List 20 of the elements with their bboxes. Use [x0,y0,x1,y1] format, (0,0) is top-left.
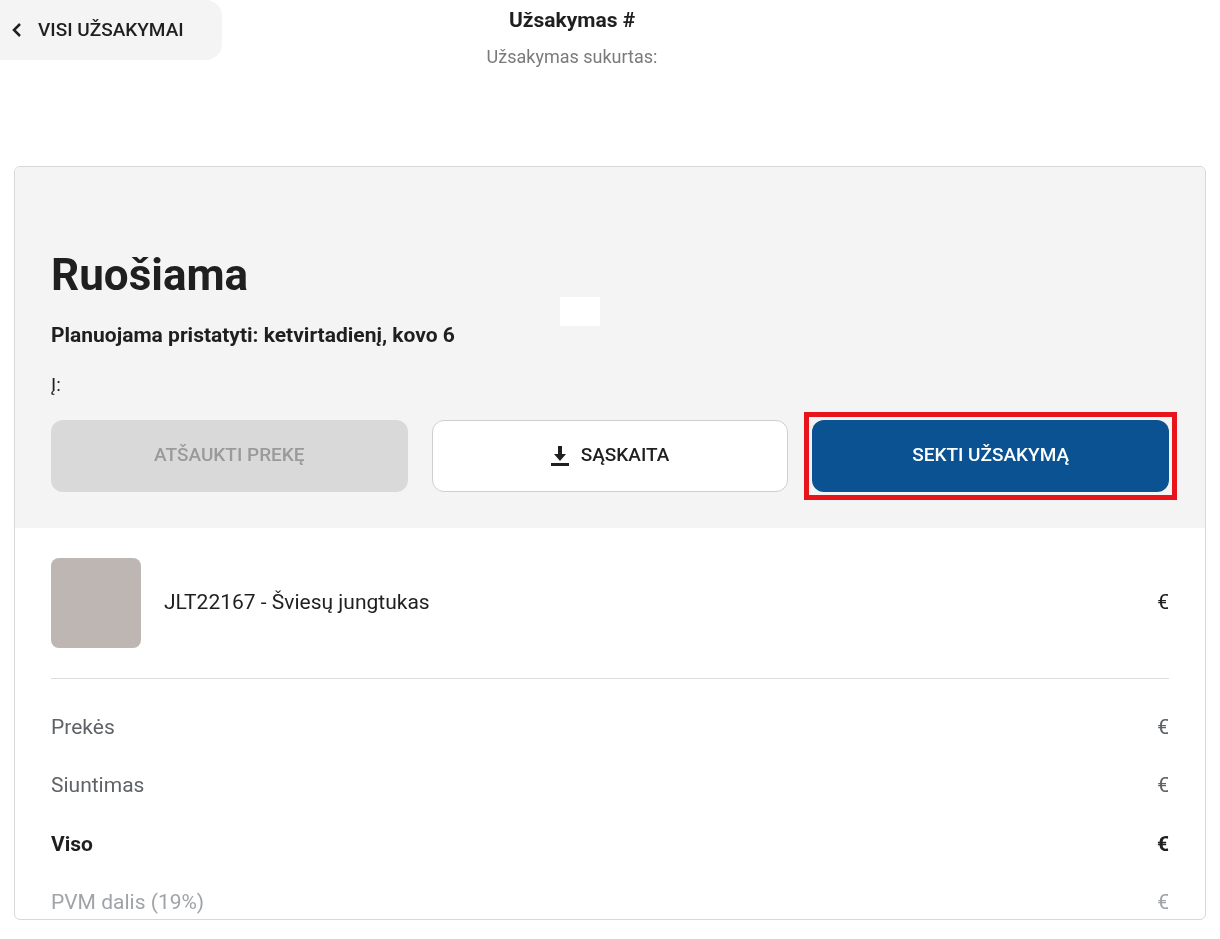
summary-value: € [1156,830,1169,858]
summary-label: Prekės [51,713,115,741]
product-name: JLT22167 - Šviesų jungtukas [164,588,431,616]
chevron-left-icon [12,23,22,37]
delivery-date-text: Planuojama pristatyti: ketvirtadienį, kovo 6 [51,321,456,349]
track-order-button[interactable]: SEKTI UŽSAKYMĄ [812,419,1169,492]
summary-value: € [1157,772,1169,799]
download-icon [550,445,569,466]
summary-value: € [1157,889,1169,916]
summary-value: € [1157,713,1169,741]
summary-label: PVM dalis (19%) [51,889,205,916]
address-label: Į: [51,372,62,398]
back-button[interactable]: VISI UŽSAKYMAI [0,0,222,60]
summary-label: Siuntimas [51,772,145,799]
order-created-text: Užsakymas sukurtas: [486,44,658,69]
summary-label: Viso [51,830,93,858]
status-title: Ruošiama [51,252,250,297]
product-price: € [1157,588,1169,616]
order-title: Užsakymas # [508,7,636,34]
invoice-button[interactable]: SĄSKAITA [431,419,789,492]
